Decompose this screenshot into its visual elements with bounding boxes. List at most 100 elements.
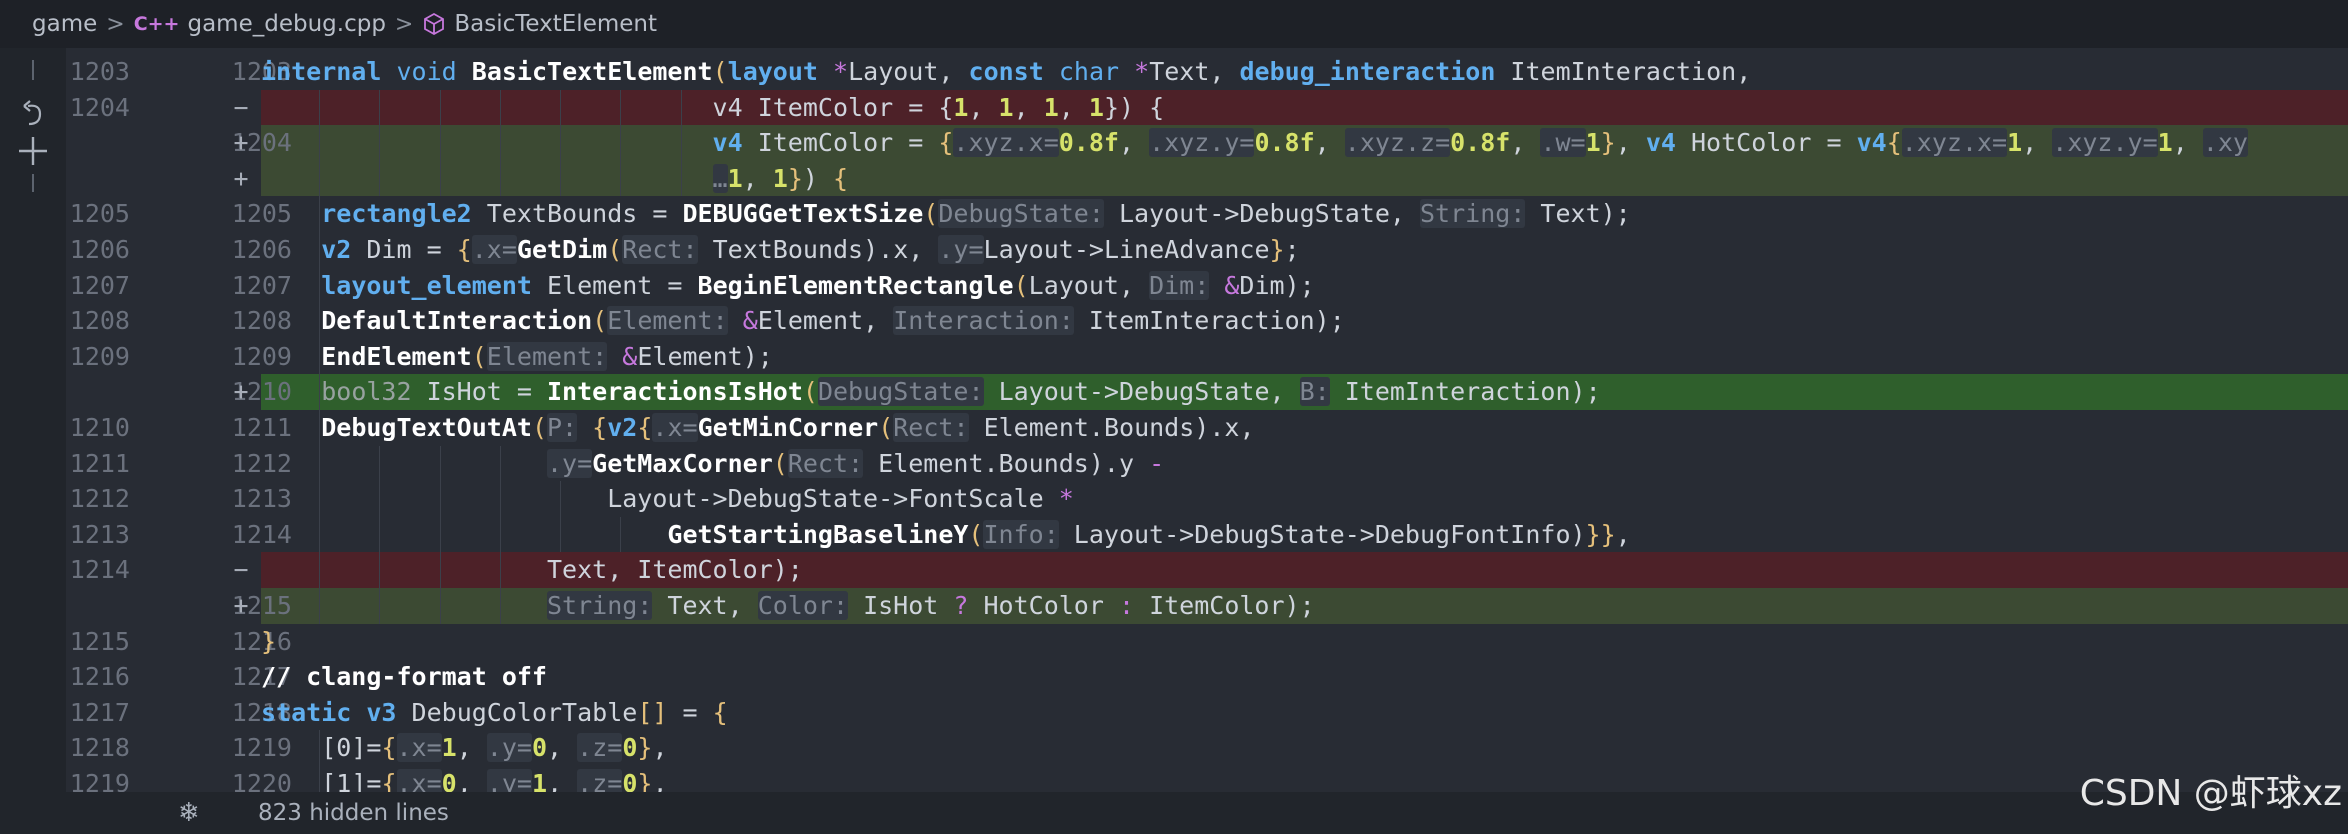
code-token: .x= [471,235,517,264]
diff-line[interactable]: 1219 1220 [1]={.x=0, .y=1, .z=0}, [66,766,2348,792]
code-text[interactable]: v4 ItemColor = {.xyz.x=0.8f, .xyz.y=0.8f… [261,125,2248,161]
code-token: Dim: [1149,270,1210,300]
diff-line-deleted[interactable]: 1214 − Text, ItemColor); [66,552,2348,588]
chevron-right-icon: > [394,11,414,37]
add-icon[interactable] [16,134,50,168]
diff-line[interactable]: 1206 1206 v2 Dim = {.x=GetDim(Rect: TextB… [66,232,2348,268]
plus-icon: + [233,377,249,407]
diff-line[interactable]: 1205 1205 rectangle2 TextBounds = DEBUGGe… [66,196,2348,232]
diff-line[interactable]: 1210 1211 DebugTextOutAt(P: {v2{.x=GetMin… [66,410,2348,446]
indent-guide [439,516,441,553]
code-token: } [1600,128,1616,158]
diff-line[interactable]: 1212 1213 Layout->DebugState->FontScale * [66,481,2348,517]
code-token: static [261,697,352,727]
code-token: ? [953,591,969,620]
code-text[interactable]: DebugTextOutAt(P: {v2{.x=GetMinCorner(Re… [261,410,1255,446]
code-text[interactable]: // clang-format off [261,659,547,695]
code-text[interactable]: Layout->DebugState->FontScale * [261,481,1074,517]
divider [32,174,34,192]
diff-line[interactable]: 1207 1207 layout_element Element = BeginE… [66,267,2348,304]
code-text[interactable]: internal void BasicTextElement(layout *L… [261,54,1751,90]
undo-icon[interactable] [20,98,48,128]
indent-guide [620,125,622,161]
code-token: Dim = [351,235,457,264]
diff-line[interactable]: 1217 1218 static v3 DebugColorTable[] = { [66,694,2348,731]
line-gutter: 1204 − [66,89,261,126]
code-token: } [1600,519,1616,549]
code-token: [] [637,697,668,727]
line-gutter: 1211 1212 [66,445,292,482]
code-text[interactable]: bool32 IsHot = InteractionsIsHot(DebugSt… [261,374,1601,410]
diff-line[interactable]: 1208 1208 DefaultInteraction(Element: &El… [66,303,2348,339]
code-text[interactable]: .y=GetMaxCorner(Rect: Element.Bounds).y … [261,446,1164,482]
code-token: } [1585,519,1601,549]
code-text[interactable]: [1]={.x=0, .y=1, .z=0}, [261,766,668,792]
indent-guide [319,410,321,446]
code-text[interactable]: static v3 DebugColorTable[] = { [261,695,728,731]
indent-guide [319,374,321,410]
code-text[interactable]: EndElement(Element: &Element); [261,339,773,375]
old-line-number: 1213 [69,519,130,549]
indent-guide [319,89,321,126]
code-token: .y= [486,733,532,763]
code-token: ) [802,163,834,193]
indent-guide [680,125,682,161]
cpp-file-icon: C++ [133,13,180,35]
code-text[interactable]: v2 Dim = {.x=GetDim(Rect: TextBounds).x,… [261,232,1300,268]
code-token: } [1269,235,1285,264]
code-token: Layout->DebugState, [1103,199,1420,229]
code-token: 1 [1043,92,1059,122]
code-text[interactable]: v4 ItemColor = {1, 1, 1, 1}) { [261,90,1165,126]
diff-line-added[interactable]: + …1, 1}) { [66,160,2348,197]
diff-line[interactable]: 1216 1217// clang-format off [66,659,2348,695]
code-text[interactable]: Text, ItemColor); [261,552,803,588]
diff-editor[interactable]: 1203 1203 internal void BasicTextElement(l… [66,48,2348,792]
code-text[interactable]: …1, 1}) { [261,161,848,197]
code-token: ( [1013,270,1029,300]
code-text[interactable]: [0]={.x=1, .y=0, .z=0}, [261,730,668,766]
breadcrumb-item-folder[interactable]: game [32,11,97,37]
code-text[interactable]: } [261,624,276,660]
diff-line-added[interactable]: 1210 + bool32 IsHot = InteractionsIsHot(D… [66,374,2348,410]
code-text[interactable]: rectangle2 TextBounds = DEBUGGetTextSize… [261,196,1631,232]
diff-line[interactable]: 1213 1214 GetStartingBaselineY(Info: Layo… [66,516,2348,553]
line-gutter: 1208 1208 [66,303,292,339]
fold-icon[interactable]: ❄ [178,798,200,828]
code-text[interactable]: layout_element Element = BeginElementRec… [261,268,1315,304]
diff-line[interactable]: 1211 1212 .y=GetMaxCorner(Rect: Element.B… [66,445,2348,482]
code-token: String: [1420,199,1526,229]
code-token: InteractionsIsHot [547,377,803,407]
line-gutter: + [66,160,261,197]
code-token: .z= [577,733,623,763]
indent-guide [499,160,501,197]
code-text[interactable]: String: Text, Color: IsHot ? HotColor : … [261,588,1315,624]
breadcrumb-item-symbol[interactable]: BasicTextElement [454,11,657,37]
indent-guide [319,588,321,624]
diff-line-deleted[interactable]: 1204− v4 ItemColor = {1, 1, 1, 1}) { [66,89,2348,126]
hidden-lines-bar[interactable]: ❄ 823 hidden lines [66,792,2348,834]
diff-line[interactable]: 1203 1203 internal void BasicTextElement(l… [66,54,2348,90]
diff-line[interactable]: 1218 1219 [0]={.x=1, .y=0, .z=0}, [66,730,2348,766]
code-text[interactable]: DefaultInteraction(Element: &Element, In… [261,303,1345,339]
line-gutter: 1215 + [66,588,292,624]
diff-line[interactable]: 1209 1209 EndElement(Element: &Element); [66,338,2348,375]
breadcrumb-item-file[interactable]: game_debug.cpp [187,11,385,37]
code-token: 0.8f [1450,128,1511,158]
diff-line[interactable]: 1215 1216} [66,623,2348,660]
indent-guide [560,160,562,197]
diff-line-added[interactable]: 1204 + v4 ItemColor = {.xyz.x=0.8f, .xyz.… [66,125,2348,161]
diff-line-added[interactable]: 1215 + String: Text, Color: IsHot ? HotCo… [66,588,2348,624]
minus-icon: − [233,555,249,585]
cube-icon [424,12,445,36]
code-token: .y= [546,448,593,478]
code-token: Element.Bounds).y [863,448,1150,478]
hidden-lines-label[interactable]: 823 hidden lines [258,792,449,834]
plus-icon: + [233,128,249,158]
indent-guide [319,232,321,268]
code-text[interactable]: GetStartingBaselineY(Info: Layout->Debug… [261,517,1631,553]
code-token: - [1149,448,1165,478]
code-token: v4 ItemColor = { [712,92,954,122]
